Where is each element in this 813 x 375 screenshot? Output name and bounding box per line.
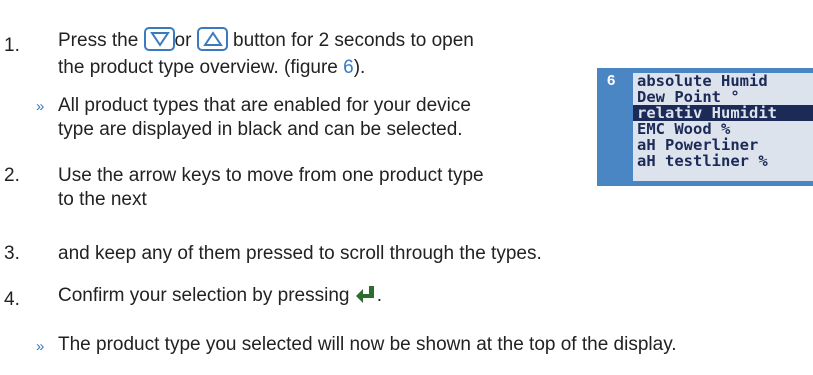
step-1-number: 1. [4,35,20,56]
step-4-text: Confirm your selection by pressing . [58,284,382,310]
note-2-bullet: » [36,338,45,355]
lcd-row: absolute Humid [637,73,768,90]
lcd-display: absolute Humid Dew Point ° relativ Humidit… [633,73,813,181]
figure-reference-link[interactable]: 6 [343,57,354,78]
down-button [143,27,175,51]
step-2-line1: Use the arrow keys to move from one prod… [58,165,484,186]
step-3-text: and keep any of them pressed to scroll t… [58,243,542,264]
note-1-bullet: » [36,98,45,115]
lcd-row: aH Powerliner [637,136,759,154]
lcd-footer [633,173,813,181]
note-1-line2: type are displayed in black and can be s… [58,119,463,140]
enter-key-icon [355,284,377,310]
lcd-row: aH testliner % [637,152,768,170]
note-2-text: The product type you selected will now b… [58,334,677,355]
lcd-row: Dew Point ° [637,88,740,106]
up-button [196,27,228,51]
lcd-rows: absolute Humid Dew Point ° relativ Humidit… [633,73,813,169]
lcd-row: relativ Humidit [633,105,813,121]
note-1-line1: All product types that are enabled for y… [58,95,471,116]
lcd-row: EMC Wood % [637,120,731,138]
step-2-number: 2. [4,165,20,186]
figure-6: 6 absolute Humid Dew Point ° relativ Humid… [597,68,813,186]
step-1-text: Press the or button for 2 seconds to ope… [58,27,474,52]
step-3-number: 3. [4,243,20,264]
step-1-text-line2: the product type overview. (figure 6). [58,57,366,78]
step-2-line2: to the next [58,189,147,210]
step-4-number: 4. [4,289,20,310]
figure-number: 6 [607,72,616,89]
